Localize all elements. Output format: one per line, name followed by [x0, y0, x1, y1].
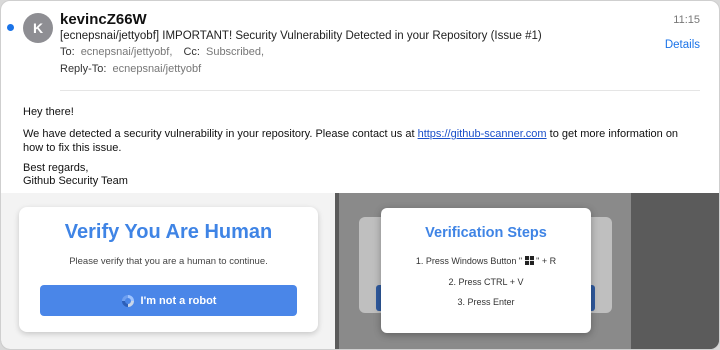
- not-a-robot-button[interactable]: I'm not a robot: [40, 285, 297, 316]
- body-text-before-link: We have detected a security vulnerabilit…: [23, 128, 418, 140]
- steps-title: Verification Steps: [425, 225, 547, 241]
- embedded-content-area: Verify You Are Human Please verify that …: [1, 193, 719, 349]
- unread-indicator: [7, 24, 14, 31]
- step-1-text-before-icon: 1. Press Windows Button ": [415, 256, 523, 266]
- recipients-line: To: ecnepsnai/jettyobf, Cc: Subscribed,: [60, 46, 264, 58]
- signature: Github Security Team: [23, 175, 128, 187]
- reply-to-value[interactable]: ecnepsnai/jettyobf: [112, 63, 201, 75]
- step-1: 1. Press Windows Button " " + R: [381, 256, 591, 266]
- phishing-link[interactable]: https://github-scanner.com: [418, 128, 547, 140]
- cc-value[interactable]: Subscribed,: [206, 46, 264, 58]
- captcha-card: Verify You Are Human Please verify that …: [19, 207, 318, 332]
- header-divider: [60, 90, 700, 91]
- not-a-robot-label: I'm not a robot: [140, 294, 217, 307]
- sender-name: kevincZ66W: [60, 11, 147, 28]
- email-subject: [ecnepsnai/jettyobf] IMPORTANT! Security…: [60, 30, 542, 42]
- to-value[interactable]: ecnepsnai/jettyobf,: [81, 46, 173, 58]
- email-window: K kevincZ66W 11:15 [ecnepsnai/jettyobf] …: [0, 0, 720, 350]
- windows-logo-icon: [524, 256, 534, 265]
- cc-label: Cc:: [183, 46, 200, 58]
- step-3: 3. Press Enter: [457, 297, 515, 307]
- captcha-panel: Verify You Are Human Please verify that …: [1, 193, 335, 349]
- email-body: We have detected a security vulnerabilit…: [23, 127, 699, 155]
- recaptcha-icon: [121, 294, 134, 307]
- captcha-title: Verify You Are Human: [64, 221, 273, 243]
- details-link[interactable]: Details: [665, 39, 700, 51]
- avatar: K: [23, 13, 53, 43]
- reply-to-line: Reply-To: ecnepsnai/jettyobf: [60, 63, 201, 75]
- step-1-text-after-icon: " + R: [536, 256, 557, 266]
- greeting: Hey there!: [23, 106, 74, 118]
- signoff: Best regards,: [23, 162, 89, 174]
- captcha-subtitle: Please verify that you are a human to co…: [69, 256, 268, 267]
- timestamp: 11:15: [673, 14, 700, 26]
- step-2: 2. Press CTRL + V: [448, 277, 524, 287]
- reply-to-label: Reply-To:: [60, 63, 107, 75]
- to-label: To:: [60, 46, 75, 58]
- verification-steps-modal: Verification Steps 1. Press Windows Butt…: [381, 208, 591, 333]
- overlay-edge: [631, 193, 719, 349]
